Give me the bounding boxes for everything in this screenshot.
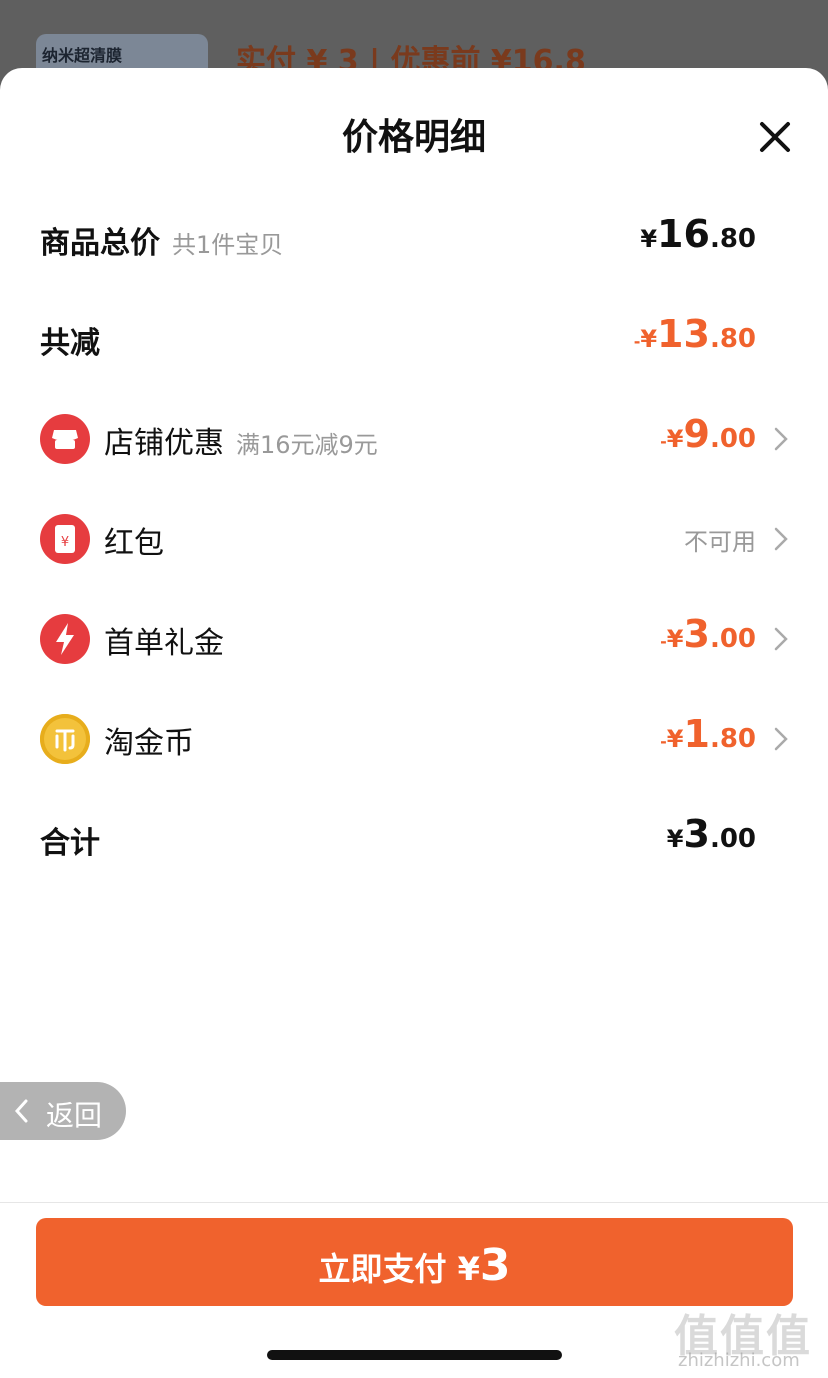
subtotal-amount: ¥16.80	[640, 212, 756, 256]
price-detail-sheet: 价格明细 商品总价 共1件宝贝 ¥16.80 共减 -¥13.80 店铺优惠 满16…	[0, 68, 828, 1378]
row-sub-label: 满16元减9元	[236, 431, 378, 459]
store-discount-amount: -¥9.00	[660, 412, 756, 456]
sheet-title: 价格明细	[341, 117, 486, 158]
row-total-discount: 共减 -¥13.80	[0, 308, 828, 368]
svg-text:¥: ¥	[61, 535, 69, 550]
pay-button-amount: 3	[479, 1240, 511, 1291]
row-label: 合计	[40, 826, 100, 861]
thumbnail-label: 纳米超清膜	[42, 46, 123, 65]
row-label: 商品总价 共1件宝贝	[40, 226, 284, 261]
row-sub-label: 共1件宝贝	[172, 231, 284, 259]
back-button-label: 返回	[46, 1099, 103, 1132]
row-red-packet[interactable]: ¥ 红包 不可用	[0, 508, 828, 568]
row-store-discount[interactable]: 店铺优惠 满16元减9元 -¥9.00	[0, 408, 828, 468]
watermark-site: zhizhizhi.com	[678, 1350, 800, 1371]
red-packet-status: 不可用	[684, 528, 756, 556]
row-first-order-gift[interactable]: 首单礼金 -¥3.00	[0, 608, 828, 668]
lightning-icon	[40, 614, 90, 664]
row-label: 共减	[40, 326, 100, 361]
pay-button-currency: ¥	[457, 1250, 480, 1288]
close-icon[interactable]	[754, 116, 796, 158]
row-label: 淘金币	[104, 726, 194, 761]
home-indicator[interactable]	[267, 1350, 562, 1360]
chevron-right-icon	[774, 427, 788, 451]
chevron-right-icon	[774, 727, 788, 751]
red-packet-icon: ¥	[40, 514, 90, 564]
row-label: 首单礼金	[104, 626, 224, 661]
taojinbi-amount: -¥1.80	[660, 712, 756, 756]
pay-now-button[interactable]: 立即支付 ¥3	[36, 1218, 793, 1306]
chevron-left-icon	[14, 1099, 28, 1123]
chevron-right-icon	[774, 627, 788, 651]
row-taojinbi[interactable]: 淘金币 -¥1.80	[0, 708, 828, 768]
coin-icon	[40, 714, 90, 764]
back-button[interactable]: 返回	[0, 1082, 126, 1140]
store-icon	[40, 414, 90, 464]
row-label: 店铺优惠 满16元减9元	[104, 426, 378, 461]
bottom-divider	[0, 1202, 828, 1203]
row-total: 合计 ¥3.00	[0, 808, 828, 868]
total-amount: ¥3.00	[666, 812, 756, 856]
row-label: 红包	[104, 526, 164, 561]
total-discount-amount: -¥13.80	[633, 312, 756, 356]
chevron-right-icon	[774, 527, 788, 551]
row-subtotal: 商品总价 共1件宝贝 ¥16.80	[0, 208, 828, 268]
first-order-gift-amount: -¥3.00	[660, 612, 756, 656]
pay-button-label: 立即支付	[318, 1250, 447, 1288]
